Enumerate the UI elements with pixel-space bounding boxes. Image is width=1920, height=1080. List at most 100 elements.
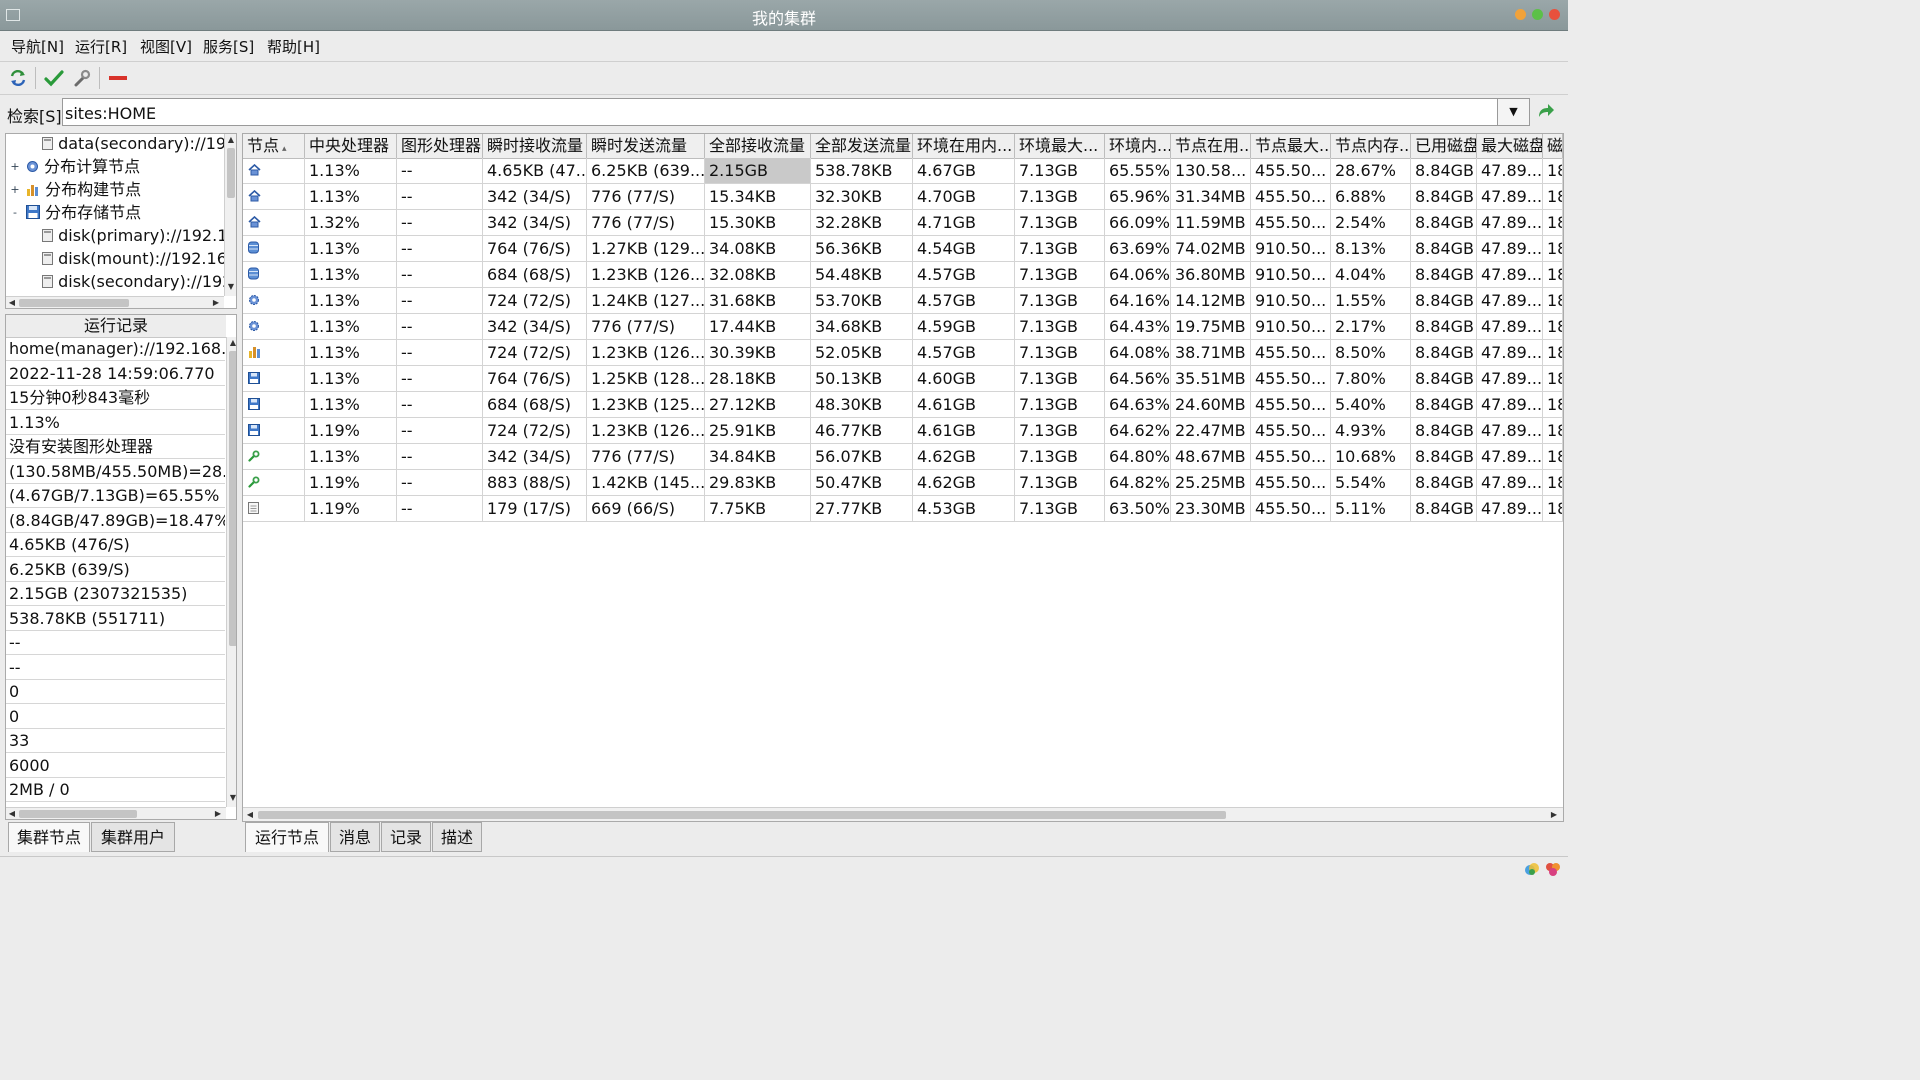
table-cell-col-node-max-mem[interactable]: 910.50... — [1251, 314, 1331, 340]
table-cell-col-cpu[interactable]: 1.13% — [305, 340, 397, 366]
table-cell-col-used-disk[interactable]: 8.84GB — [1411, 392, 1477, 418]
table-cell-col-cpu[interactable]: 1.13% — [305, 444, 397, 470]
table-cell-col-env-mem-pct[interactable]: 63.69% — [1105, 236, 1171, 262]
table-cell-col-gpu[interactable]: -- — [397, 288, 483, 314]
table-cell-col-tx-rate[interactable]: 776 (77/S) — [587, 444, 705, 470]
scroll-thumb[interactable] — [19, 810, 137, 818]
table-cell-col-env-mem-pct[interactable]: 65.96% — [1105, 184, 1171, 210]
scroll-thumb[interactable] — [19, 299, 129, 307]
table-cell-col-tx-total[interactable]: 52.05KB — [811, 340, 913, 366]
table-cell-col-rx-rate[interactable]: 342 (34/S) — [483, 314, 587, 340]
column-header-col-used-disk[interactable]: 已用磁盘 — [1411, 134, 1477, 158]
node-type-cell[interactable] — [243, 184, 305, 210]
column-header-col-rx-total[interactable]: 全部接收流量 — [705, 134, 811, 158]
table-row[interactable]: 1.19% -- 179 (17/S) 669 (66/S) 7.75KB 27.77KB… — [243, 496, 1563, 522]
table-cell-col-env-max-mem[interactable]: 7.13GB — [1015, 496, 1105, 522]
table-cell-col-gpu[interactable]: -- — [397, 496, 483, 522]
table-cell-col-gpu[interactable]: -- — [397, 418, 483, 444]
table-cell-col-env-mem-pct[interactable]: 66.09% — [1105, 210, 1171, 236]
table-cell-col-rx-rate[interactable]: 724 (72/S) — [483, 288, 587, 314]
remove-button[interactable] — [105, 66, 131, 90]
table-cell-col-tx-rate[interactable]: 1.25KB (128... — [587, 366, 705, 392]
table-cell-col-rx-rate[interactable]: 684 (68/S) — [483, 262, 587, 288]
table-cell-col-env-mem-pct[interactable]: 64.56% — [1105, 366, 1171, 392]
table-cell-col-rx-total[interactable]: 15.30KB — [705, 210, 811, 236]
table-cell-col-env-mem-pct[interactable]: 64.80% — [1105, 444, 1171, 470]
search-go-button[interactable] — [1537, 103, 1555, 123]
table-cell-col-disk[interactable]: 18 — [1543, 236, 1563, 262]
table-cell-col-cpu[interactable]: 1.13% — [305, 314, 397, 340]
tree-node[interactable]: disk(mount)://192.168 — [42, 247, 236, 270]
table-cell-col-env-max-mem[interactable]: 7.13GB — [1015, 392, 1105, 418]
table-row[interactable]: 1.13% -- 684 (68/S) 1.23KB (125... 27.12KB 48… — [243, 392, 1563, 418]
table-cell-col-rx-rate[interactable]: 724 (72/S) — [483, 340, 587, 366]
table-cell-col-node-max-mem[interactable]: 910.50... — [1251, 288, 1331, 314]
table-cell-col-gpu[interactable]: -- — [397, 366, 483, 392]
table-cell-col-gpu[interactable]: -- — [397, 392, 483, 418]
table-row[interactable]: 1.13% -- 724 (72/S) 1.23KB (126... 30.39KB 52… — [243, 340, 1563, 366]
table-cell-col-node-max-mem[interactable]: 455.50... — [1251, 496, 1331, 522]
table-cell-col-used-disk[interactable]: 8.84GB — [1411, 210, 1477, 236]
table-cell-col-cpu[interactable]: 1.13% — [305, 158, 397, 184]
table-cell-col-node-used-mem[interactable]: 36.80MB — [1171, 262, 1251, 288]
table-cell-col-cpu[interactable]: 1.13% — [305, 366, 397, 392]
table-cell-col-node-mem-pct[interactable]: 28.67% — [1331, 158, 1411, 184]
node-type-cell[interactable] — [243, 496, 305, 522]
table-cell-col-env-used-mem[interactable]: 4.53GB — [913, 496, 1015, 522]
tab-running-nodes[interactable]: 运行节点 — [245, 822, 329, 852]
table-cell-col-env-max-mem[interactable]: 7.13GB — [1015, 184, 1105, 210]
table-cell-col-gpu[interactable]: -- — [397, 184, 483, 210]
column-header-col-env-mem-pct[interactable]: 环境内... — [1105, 134, 1171, 158]
table-cell-col-disk[interactable]: 18 — [1543, 392, 1563, 418]
table-cell-col-tx-rate[interactable]: 776 (77/S) — [587, 184, 705, 210]
table-cell-col-used-disk[interactable]: 8.84GB — [1411, 288, 1477, 314]
table-cell-col-rx-rate[interactable]: 684 (68/S) — [483, 392, 587, 418]
tree-node[interactable]: disk(secondary)://192 — [42, 270, 232, 293]
table-cell-col-env-max-mem[interactable]: 7.13GB — [1015, 236, 1105, 262]
table-cell-col-rx-total[interactable]: 29.83KB — [705, 470, 811, 496]
table-row[interactable]: 1.19% -- 724 (72/S) 1.23KB (126... 25.91KB 46… — [243, 418, 1563, 444]
table-cell-col-rx-rate[interactable]: 764 (76/S) — [483, 366, 587, 392]
table-cell-col-tx-rate[interactable]: 1.24KB (127... — [587, 288, 705, 314]
table-cell-col-env-max-mem[interactable]: 7.13GB — [1015, 210, 1105, 236]
node-type-cell[interactable] — [243, 158, 305, 184]
table-cell-col-disk[interactable]: 18 — [1543, 210, 1563, 236]
column-header-col-node-used-mem[interactable]: 节点在用... — [1171, 134, 1251, 158]
table-cell-col-node-max-mem[interactable]: 455.50... — [1251, 444, 1331, 470]
table-cell-col-node-used-mem[interactable]: 74.02MB — [1171, 236, 1251, 262]
table-cell-col-tx-total[interactable]: 538.78KB — [811, 158, 913, 184]
menu-service[interactable]: 服务[S] — [203, 36, 254, 57]
scroll-left-icon[interactable]: ◀ — [7, 298, 17, 307]
column-header-col-gpu[interactable]: 图形处理器 — [397, 134, 483, 158]
table-cell-col-env-used-mem[interactable]: 4.61GB — [913, 392, 1015, 418]
table-cell-col-env-used-mem[interactable]: 4.57GB — [913, 288, 1015, 314]
scroll-right-icon[interactable]: ▶ — [211, 298, 221, 307]
table-cell-col-max-disk[interactable]: 47.89... — [1477, 444, 1543, 470]
table-row[interactable]: 1.13% -- 724 (72/S) 1.24KB (127... 31.68KB 53… — [243, 288, 1563, 314]
table-cell-col-env-used-mem[interactable]: 4.57GB — [913, 262, 1015, 288]
table-cell-col-disk[interactable]: 18 — [1543, 262, 1563, 288]
table-cell-col-rx-total[interactable]: 17.44KB — [705, 314, 811, 340]
table-cell-col-tx-rate[interactable]: 776 (77/S) — [587, 210, 705, 236]
table-cell-col-rx-total[interactable]: 28.18KB — [705, 366, 811, 392]
column-header-col-disk[interactable]: 磁盘 — [1543, 134, 1563, 158]
table-cell-col-rx-rate[interactable]: 883 (88/S) — [483, 470, 587, 496]
table-cell-col-node-used-mem[interactable]: 24.60MB — [1171, 392, 1251, 418]
table-cell-col-gpu[interactable]: -- — [397, 314, 483, 340]
apply-button[interactable] — [41, 66, 67, 90]
node-type-cell[interactable] — [243, 288, 305, 314]
table-cell-col-max-disk[interactable]: 47.89... — [1477, 236, 1543, 262]
table-cell-col-node-mem-pct[interactable]: 6.88% — [1331, 184, 1411, 210]
table-cell-col-disk[interactable]: 18 — [1543, 444, 1563, 470]
node-type-cell[interactable] — [243, 210, 305, 236]
table-cell-col-rx-rate[interactable]: 724 (72/S) — [483, 418, 587, 444]
table-cell-col-env-used-mem[interactable]: 4.70GB — [913, 184, 1015, 210]
table-row[interactable]: 1.13% -- 764 (76/S) 1.27KB (129... 34.08KB 56… — [243, 236, 1563, 262]
table-horizontal-scrollbar[interactable]: ◀ ▶ — [243, 807, 1563, 821]
tree-node-storage[interactable]: - 分布存储节点 — [10, 201, 141, 224]
table-cell-col-cpu[interactable]: 1.13% — [305, 392, 397, 418]
table-cell-col-node-max-mem[interactable]: 455.50... — [1251, 340, 1331, 366]
table-cell-col-max-disk[interactable]: 47.89... — [1477, 210, 1543, 236]
table-cell-col-node-used-mem[interactable]: 22.47MB — [1171, 418, 1251, 444]
expand-icon[interactable]: + — [10, 178, 20, 201]
